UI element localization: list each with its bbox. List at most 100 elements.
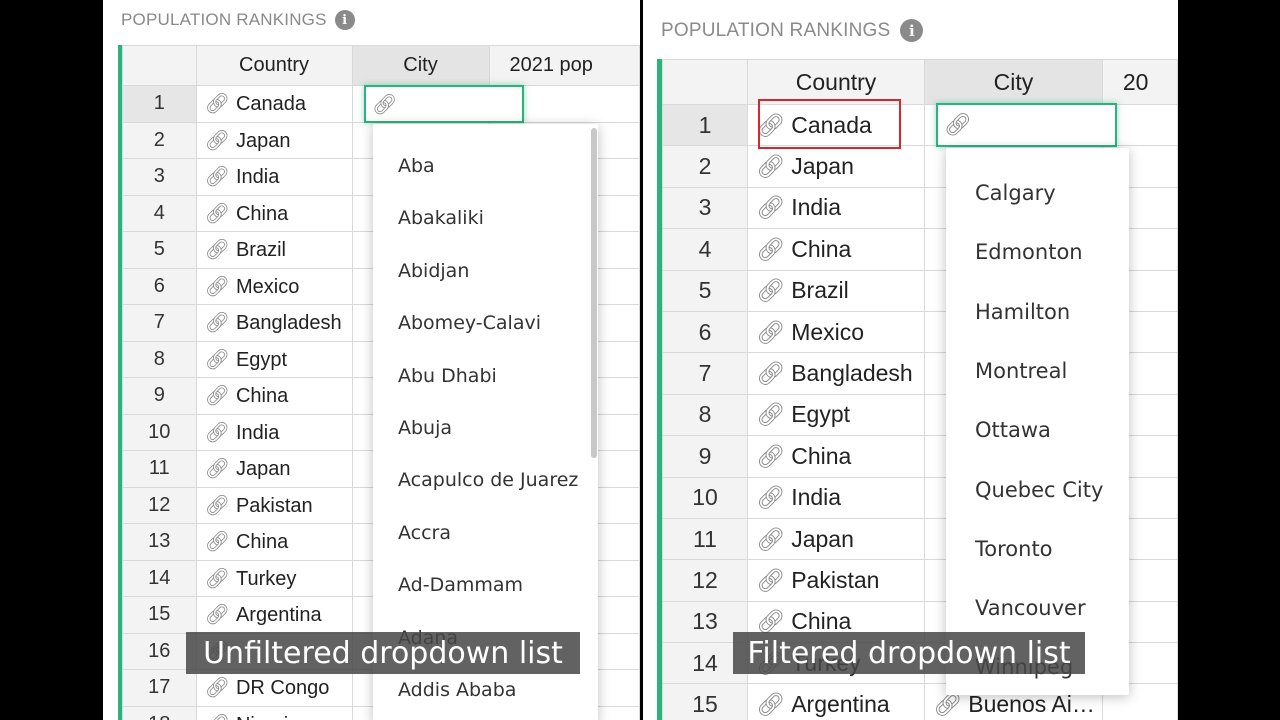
country-cell[interactable]: 🔗︎ Nigeria xyxy=(195,705,353,720)
row-number[interactable]: 8 xyxy=(662,393,748,437)
dropdown-scrollbar[interactable] xyxy=(591,128,597,458)
country-cell[interactable]: 🔗︎ Mexico xyxy=(746,310,926,354)
row-number[interactable]: 15 xyxy=(122,596,197,634)
country-name: Argentina xyxy=(791,691,890,718)
country-cell[interactable]: 🔗︎ Bangladesh xyxy=(746,352,926,395)
country-cell[interactable]: 🔗︎ India xyxy=(195,158,353,196)
dropdown-option[interactable]: Ad-Dammam xyxy=(398,573,523,597)
dropdown-option[interactable]: Ottawa xyxy=(975,417,1051,443)
dropdown-option[interactable]: Montreal xyxy=(975,358,1067,384)
country-cell[interactable]: 🔗︎ Brazil xyxy=(746,269,926,312)
row-number[interactable]: 5 xyxy=(122,231,197,269)
dropdown-option[interactable]: Edmonton xyxy=(975,239,1083,265)
row-number[interactable]: 13 xyxy=(122,523,197,561)
row-number[interactable]: 9 xyxy=(662,435,748,478)
row-number[interactable]: 6 xyxy=(662,310,748,354)
dropdown-option[interactable]: Hamilton xyxy=(975,299,1070,325)
country-cell[interactable]: 🔗︎ Brazil xyxy=(195,231,353,269)
city-cell-editor[interactable]: 🔗︎ xyxy=(364,85,524,123)
column-header-country[interactable]: Country xyxy=(746,59,926,105)
dropdown-option[interactable]: Abakaliki xyxy=(398,206,484,230)
corner-cell[interactable] xyxy=(122,45,197,86)
row-number[interactable]: 11 xyxy=(122,450,197,488)
country-cell[interactable]: 🔗︎ Japan xyxy=(195,121,353,159)
dropdown-option[interactable]: Abomey-Calavi xyxy=(398,311,541,335)
country-cell[interactable]: 🔗︎ Japan xyxy=(195,450,353,488)
row-number[interactable]: 6 xyxy=(122,267,197,305)
corner-cell[interactable] xyxy=(662,59,748,105)
row-number[interactable]: 7 xyxy=(662,352,748,395)
row-number[interactable]: 17 xyxy=(122,669,197,707)
row-number[interactable]: 2 xyxy=(662,145,748,188)
country-cell[interactable]: 🔗︎ Japan xyxy=(746,517,926,561)
row-number[interactable]: 5 xyxy=(662,269,748,312)
row-number[interactable]: 7 xyxy=(122,304,197,342)
row-number[interactable]: 3 xyxy=(662,186,748,230)
country-cell[interactable]: 🔗︎ China xyxy=(195,194,353,232)
row-number[interactable]: 18 xyxy=(122,705,197,720)
row-number[interactable]: 1 xyxy=(122,85,197,123)
column-header-country[interactable]: Country xyxy=(195,45,353,86)
link-icon: 🔗︎ xyxy=(756,566,786,593)
country-cell[interactable]: 🔗︎ Pakistan xyxy=(195,486,353,524)
row-number[interactable]: 12 xyxy=(122,486,197,524)
country-name: Japan xyxy=(235,129,291,152)
country-cell[interactable]: 🔗︎ Canada xyxy=(195,85,353,123)
city-dropdown-list[interactable]: Aba Abakaliki Abidjan Abomey-Calavi Abu Dhab… xyxy=(373,124,598,720)
country-cell[interactable]: 🔗︎Turkey xyxy=(195,559,353,597)
info-icon[interactable]: i xyxy=(900,19,924,42)
dropdown-option[interactable]: Aba xyxy=(398,154,435,178)
dropdown-option[interactable]: Abidjan xyxy=(398,259,469,283)
country-name: Turkey xyxy=(235,567,297,590)
row-number[interactable]: 4 xyxy=(122,194,197,232)
dropdown-option[interactable]: Abu Dhabi xyxy=(398,364,497,388)
country-cell[interactable]: 🔗︎ India xyxy=(746,476,926,519)
country-cell[interactable]: 🔗︎ Argentina xyxy=(746,683,926,720)
link-icon: 🔗︎ xyxy=(204,421,230,444)
row-number[interactable]: 15 xyxy=(662,683,748,720)
country-cell[interactable]: 🔗︎ China xyxy=(746,435,926,478)
country-cell[interactable]: 🔗︎ China xyxy=(746,228,926,271)
dropdown-option[interactable]: Vancouver xyxy=(975,595,1086,621)
row-number[interactable]: 12 xyxy=(662,559,748,602)
dropdown-option[interactable]: Toronto xyxy=(975,536,1053,562)
row-number[interactable]: 2 xyxy=(122,121,197,159)
column-header-2021-pop[interactable]: 2021 pop xyxy=(488,45,640,86)
dropdown-option[interactable]: Addis Ababa xyxy=(398,678,516,702)
row-number[interactable]: 4 xyxy=(662,228,748,271)
dropdown-option[interactable]: Abuja xyxy=(398,416,452,440)
country-cell[interactable]: 🔗︎ Mexico xyxy=(195,267,353,305)
row-number[interactable]: 8 xyxy=(122,340,197,378)
dropdown-option[interactable]: Calgary xyxy=(975,180,1056,206)
row-number[interactable]: 1 xyxy=(662,103,748,147)
country-cell[interactable]: 🔗︎ Egypt xyxy=(746,393,926,437)
info-icon[interactable]: i xyxy=(334,10,355,30)
country-cell[interactable]: 🔗︎ DR Congo xyxy=(195,669,353,707)
country-cell[interactable]: 🔗︎ India xyxy=(746,186,926,230)
city-dropdown-list[interactable]: Calgary Edmonton Hamilton Montreal Ottawa Que… xyxy=(946,148,1129,695)
column-header-city[interactable]: City xyxy=(351,45,490,86)
dropdown-option[interactable]: Quebec City xyxy=(975,477,1103,503)
country-cell[interactable]: 🔗︎ China xyxy=(195,377,353,415)
link-icon: 🔗︎ xyxy=(944,112,972,137)
country-cell[interactable]: 🔗︎ China xyxy=(195,523,353,561)
right-panel: POPULATION RANKINGS i Country City 20 1 🔗… xyxy=(643,0,1178,720)
row-number[interactable]: 10 xyxy=(122,413,197,451)
row-number[interactable]: 3 xyxy=(122,158,197,196)
column-header-city[interactable]: City xyxy=(924,59,1103,105)
country-cell[interactable]: 🔗︎ Egypt xyxy=(195,340,353,378)
country-cell[interactable]: 🔗︎ Argentina xyxy=(195,596,353,634)
row-number[interactable]: 11 xyxy=(662,517,748,561)
country-cell[interactable]: 🔗︎ Pakistan xyxy=(746,559,926,602)
row-number[interactable]: 14 xyxy=(122,559,197,597)
country-name: Brazil xyxy=(235,239,286,262)
dropdown-option[interactable]: Acapulco de Juarez xyxy=(398,468,578,492)
row-number[interactable]: 9 xyxy=(122,377,197,415)
country-cell[interactable]: 🔗︎ Japan xyxy=(746,145,926,188)
dropdown-option[interactable]: Accra xyxy=(398,521,451,545)
country-cell[interactable]: 🔗︎ India xyxy=(195,413,353,451)
row-number[interactable]: 10 xyxy=(662,476,748,519)
country-cell[interactable]: 🔗︎ Bangladesh xyxy=(195,304,353,342)
column-header-2021-pop[interactable]: 20 xyxy=(1101,59,1178,105)
city-cell-editor[interactable]: 🔗︎ xyxy=(936,103,1117,147)
